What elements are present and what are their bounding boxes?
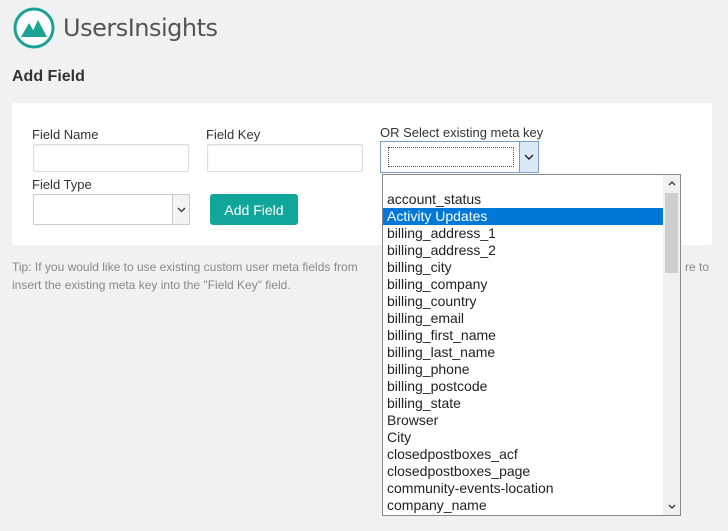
mountain-logo-icon (13, 7, 55, 49)
tip-text: Tip: If you would like to use existing c… (12, 258, 372, 294)
dropdown-option[interactable]: billing_postcode (383, 378, 664, 395)
field-key-label: Field Key (206, 127, 261, 142)
dropdown-option[interactable]: billing_state (383, 395, 664, 412)
meta-key-select-value (388, 147, 514, 167)
add-field-button[interactable]: Add Field (210, 194, 298, 225)
chevron-up-icon[interactable] (663, 175, 680, 192)
meta-key-select[interactable] (380, 141, 539, 173)
field-name-label: Field Name (32, 127, 99, 142)
dropdown-option[interactable]: billing_company (383, 276, 664, 293)
option-list: account_status Activity Updates billing_ad… (383, 191, 664, 514)
tip-line-1: Tip: If you would like to use existing c… (12, 260, 358, 274)
dropdown-option[interactable]: Browser (383, 412, 664, 429)
app-logo: UsersInsights (12, 6, 218, 50)
scrollbar[interactable] (663, 175, 680, 515)
dropdown-option[interactable]: community-events-location (383, 480, 664, 497)
dropdown-option[interactable]: closedpostboxes_page (383, 463, 664, 480)
scrollbar-thumb[interactable] (665, 193, 678, 273)
dropdown-option[interactable]: billing_first_name (383, 327, 664, 344)
dropdown-option[interactable]: billing_phone (383, 361, 664, 378)
dropdown-option[interactable]: billing_city (383, 259, 664, 276)
dropdown-option[interactable]: billing_last_name (383, 344, 664, 361)
brand-name: UsersInsights (63, 14, 218, 42)
dropdown-option[interactable]: closedpostboxes_acf (383, 446, 664, 463)
dropdown-option[interactable]: billing_address_2 (383, 242, 664, 259)
tip-line-2: insert the existing meta key into the "F… (12, 278, 291, 292)
dropdown-option[interactable]: account_status (383, 191, 664, 208)
dropdown-option[interactable]: Activity Updates (383, 208, 664, 225)
page-title: Add Field (12, 68, 85, 85)
chevron-down-icon[interactable] (172, 195, 189, 224)
field-key-input[interactable] (207, 144, 363, 172)
chevron-down-icon[interactable] (663, 498, 680, 515)
field-name-input[interactable] (33, 144, 189, 172)
field-type-label: Field Type (32, 177, 92, 192)
dropdown-option[interactable]: billing_address_1 (383, 225, 664, 242)
chevron-down-icon[interactable] (519, 142, 538, 172)
meta-key-dropdown-list[interactable]: account_status Activity Updates billing_ad… (382, 174, 681, 516)
dropdown-option[interactable]: City (383, 429, 664, 446)
field-type-select[interactable] (33, 194, 190, 225)
dropdown-option[interactable]: company_name (383, 497, 664, 514)
dropdown-option[interactable]: billing_country (383, 293, 664, 310)
dropdown-option[interactable]: billing_email (383, 310, 664, 327)
meta-key-label: OR Select existing meta key (380, 125, 544, 140)
tip-text-right: re to (685, 260, 710, 274)
